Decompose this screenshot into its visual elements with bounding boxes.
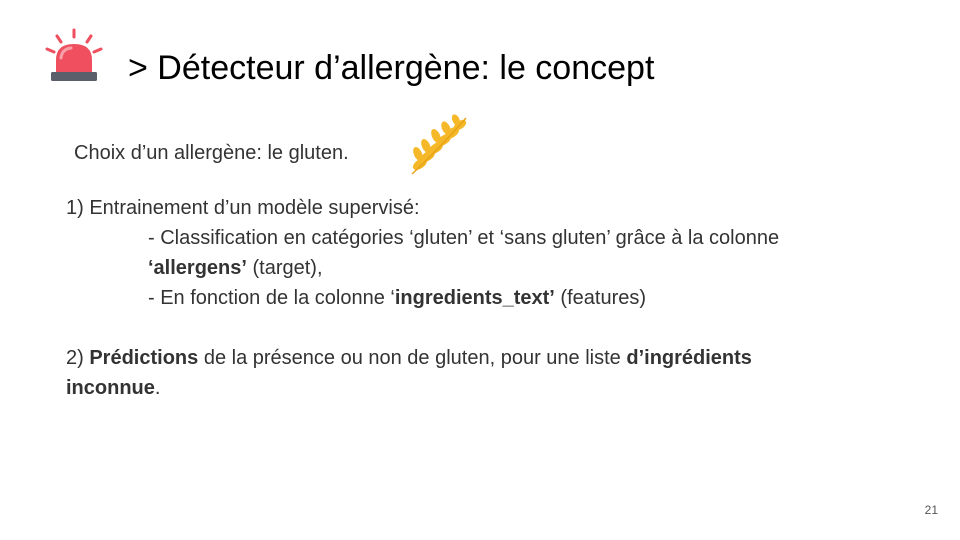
step1-line1: - Classification en catégories ‘gluten’ … <box>148 227 780 249</box>
page-title: > Détecteur d’allergène: le concept <box>128 49 655 87</box>
features-column-name: ingredients_text’ <box>394 287 555 309</box>
page-number: 21 <box>924 503 938 517</box>
slide: > Détecteur d’allergène: le concept Choi… <box>0 0 960 540</box>
target-label: (target), <box>246 257 323 279</box>
features-prefix: - En fonction de la colonne ‘ <box>148 287 395 309</box>
step2-end: . <box>154 377 161 399</box>
step1-line2: ‘allergens’ (target), <box>148 253 323 283</box>
step1-line3: - En fonction de la colonne ‘ingredients… <box>148 283 646 313</box>
features-label: (features) <box>554 287 647 309</box>
siren-alarm-icon <box>45 28 103 81</box>
target-column-name: ‘allergens’ <box>148 257 247 279</box>
ingredients-word: d’ingrédients <box>626 347 752 369</box>
step2-middle: de la présence ou non de gluten, pour un… <box>198 347 627 369</box>
unknown-word: inconnue <box>66 377 155 399</box>
step2-line1: 2) Prédictions de la présence ou non de … <box>66 343 752 373</box>
intro-text: Choix d’un allergène: le gluten. <box>74 142 349 164</box>
step1-heading: 1) Entrainement d’un modèle supervisé: <box>66 197 420 219</box>
wheat-icon <box>411 114 467 175</box>
step2-number: 2) <box>66 347 90 369</box>
predictions-word: Prédictions <box>89 347 199 369</box>
step2-line2: inconnue. <box>66 373 160 403</box>
